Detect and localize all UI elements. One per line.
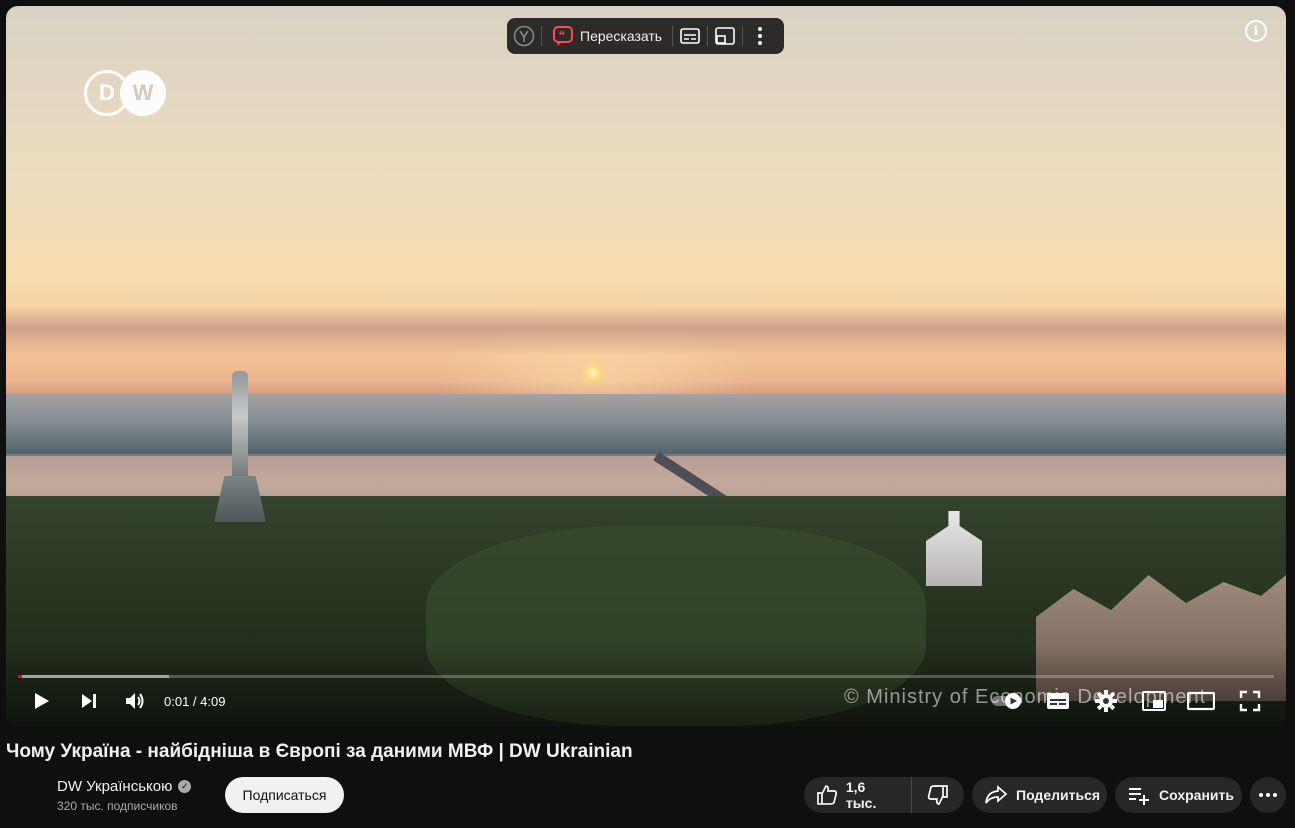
retell-label: Пересказать: [580, 28, 663, 44]
like-dislike-group: 1,6 тыс.: [804, 777, 964, 813]
channel-name-text: DW Українською: [57, 778, 173, 795]
progress-bar[interactable]: [18, 675, 1274, 678]
save-button[interactable]: Сохранить: [1115, 777, 1242, 813]
toolbar-divider: [707, 26, 709, 46]
toolbar-divider: [541, 26, 542, 46]
progress-loaded: [18, 675, 169, 678]
toolbar-divider: [742, 26, 744, 46]
video-frame-sun: [581, 361, 605, 385]
save-label: Сохранить: [1159, 787, 1234, 803]
miniplayer-icon[interactable]: [1141, 689, 1167, 713]
dislike-button[interactable]: [912, 777, 964, 813]
volume-icon[interactable]: [122, 689, 148, 713]
subscriber-count: 320 тыс. подписчиков: [57, 799, 178, 813]
video-frame-city: [6, 394, 1286, 454]
info-icon[interactable]: i: [1245, 20, 1267, 42]
toolbar-divider: [672, 26, 674, 46]
share-label: Поделиться: [1016, 787, 1101, 803]
playlist-add-icon: [1129, 788, 1149, 805]
play-icon[interactable]: [28, 689, 54, 713]
retell-button[interactable]: ❝ Пересказать: [548, 18, 666, 54]
more-horizontal-icon: [1259, 793, 1277, 797]
video-frame-cloud: [6, 306, 1286, 356]
svg-text:❝: ❝: [559, 29, 565, 42]
thumbs-up-icon: [817, 785, 838, 805]
theater-mode-icon[interactable]: [1187, 689, 1215, 713]
autoplay-toggle[interactable]: [991, 689, 1027, 713]
video-title: Чому Україна - найбідніша в Європі за да…: [6, 741, 633, 762]
video-player[interactable]: D W i ❝ Пересказать © Ministry of Econom…: [6, 6, 1286, 726]
channel-name[interactable]: DW Українською ✓: [57, 778, 192, 795]
browser-video-toolbar: ❝ Пересказать: [507, 18, 784, 54]
fullscreen-icon[interactable]: [1237, 689, 1263, 713]
progress-played: [18, 675, 22, 678]
subtitles-icon[interactable]: [1045, 689, 1071, 713]
dw-logo: D W: [84, 70, 166, 116]
retell-icon: ❝: [553, 26, 573, 46]
subtitles-translate-icon[interactable]: [679, 18, 701, 54]
thumbs-down-icon: [927, 785, 949, 805]
more-vertical-icon[interactable]: [749, 18, 771, 54]
dw-logo-w: W: [120, 70, 166, 116]
channel-avatar[interactable]: [6, 777, 46, 817]
share-arrow-icon: [985, 785, 1008, 804]
yandex-logo-icon[interactable]: [513, 18, 535, 54]
next-icon[interactable]: [76, 689, 102, 713]
share-button[interactable]: Поделиться: [972, 777, 1107, 813]
subscribe-button[interactable]: Подписаться: [225, 777, 344, 813]
picture-in-picture-icon[interactable]: [714, 18, 736, 54]
more-actions-button[interactable]: [1250, 777, 1286, 813]
video-frame-statue: [232, 371, 248, 481]
time-display: 0:01 / 4:09: [164, 694, 226, 709]
verified-badge-icon: ✓: [178, 780, 192, 793]
like-button[interactable]: 1,6 тыс.: [804, 777, 913, 813]
like-count: 1,6 тыс.: [845, 779, 877, 811]
settings-gear-icon[interactable]: [1093, 689, 1119, 713]
